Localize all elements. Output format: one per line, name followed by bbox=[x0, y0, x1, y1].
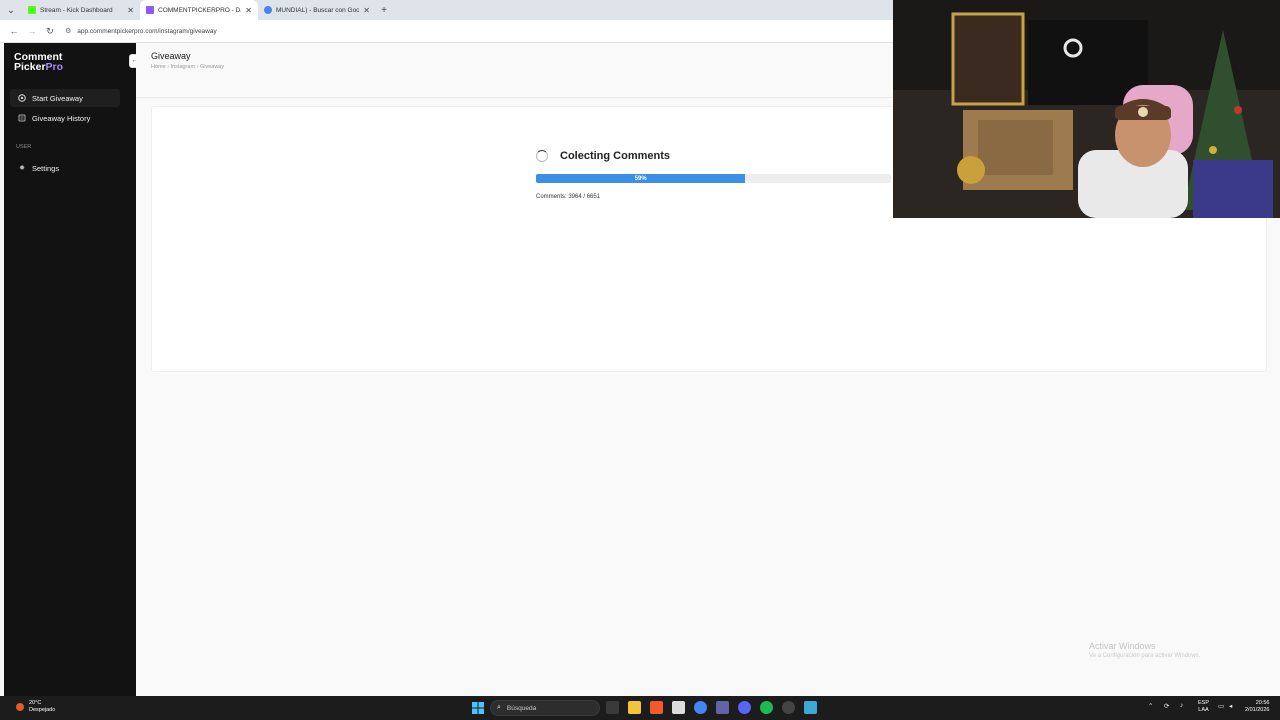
tray-chevron-icon[interactable]: ⌃ bbox=[1148, 702, 1153, 710]
close-tab-icon[interactable]: ✕ bbox=[363, 6, 370, 15]
tab-title: Stream - Kick Dashboard bbox=[40, 6, 113, 14]
url-field[interactable]: ⚙ app.commentpickerpro.com/instagram/giv… bbox=[65, 27, 217, 36]
sidebar-item-label: Settings bbox=[32, 163, 60, 173]
progress-fill: 59% bbox=[536, 174, 746, 183]
sync-icon[interactable]: ⟳ bbox=[1164, 702, 1169, 710]
search-icon: ⌕ bbox=[497, 704, 501, 711]
logo-line2: PickerPro bbox=[14, 61, 64, 73]
network-icon[interactable]: ▭ bbox=[1218, 702, 1224, 710]
logo-picker: Picker bbox=[14, 61, 46, 73]
microphone-icon[interactable]: ♪ bbox=[1180, 702, 1183, 709]
section-label-user: USER bbox=[16, 144, 32, 150]
brave-browser-icon[interactable] bbox=[650, 701, 663, 714]
taskbar-search[interactable]: ⌕ Búsqueda bbox=[490, 700, 600, 716]
weather-desc: Despejado bbox=[29, 707, 56, 713]
webcam-overlay bbox=[893, 0, 1280, 218]
breadcrumb-giveaway: Giveaway bbox=[199, 64, 225, 70]
clock-time: 20:56 bbox=[1255, 700, 1270, 706]
weather-icon bbox=[16, 703, 24, 711]
kick-favicon-icon bbox=[28, 6, 36, 14]
page-title: Giveaway bbox=[151, 51, 191, 61]
obs-icon[interactable] bbox=[782, 701, 795, 714]
weather-temp: 20°C bbox=[29, 700, 42, 706]
back-arrow-icon[interactable]: ← bbox=[5, 26, 23, 36]
progress-bar: 59% bbox=[536, 174, 891, 183]
tab-commentpickerpro[interactable]: COMMENTPICKERPRO - Dashb ✕ bbox=[140, 0, 258, 20]
tab-title: COMMENTPICKERPRO - Dashb bbox=[158, 6, 241, 14]
teams-icon[interactable] bbox=[716, 701, 729, 714]
commentpickerpro-favicon-icon bbox=[146, 6, 154, 14]
sidebar-item-label: Start Giveaway bbox=[32, 93, 83, 103]
clock-date: 2/01/2026 bbox=[1245, 707, 1270, 713]
sidebar-item-giveaway-history[interactable]: Giveaway History bbox=[10, 109, 120, 127]
status-title: Colecting Comments bbox=[560, 150, 671, 162]
target-icon bbox=[18, 94, 26, 102]
progress-label: 59% bbox=[634, 175, 647, 182]
close-tab-icon[interactable]: ✕ bbox=[245, 6, 252, 15]
file-explorer-icon[interactable] bbox=[628, 701, 641, 714]
tab-title: MUNDIAL) - Buscar con Google bbox=[276, 6, 360, 14]
breadcrumb-instagram[interactable]: Instagram bbox=[171, 64, 195, 70]
history-icon bbox=[18, 114, 26, 122]
chrome-icon[interactable] bbox=[694, 701, 707, 714]
system-clock[interactable]: 20:56 2/01/2026 bbox=[1245, 700, 1269, 714]
weather-widget[interactable]: 20°C Despejado bbox=[16, 700, 55, 714]
breadcrumb-home[interactable]: Home bbox=[151, 64, 166, 70]
sidebar-item-start-giveaway[interactable]: Start Giveaway bbox=[10, 89, 120, 107]
webcam-image bbox=[893, 0, 1280, 218]
task-view-icon[interactable] bbox=[606, 701, 619, 714]
taskbar: 20°C Despejado ⌕ Búsqueda ⌃ ⟳ ♪ ESP LAA … bbox=[0, 696, 1280, 720]
url-text: app.commentpickerpro.com/instagram/givea… bbox=[77, 27, 217, 35]
loading-spinner-icon bbox=[536, 150, 548, 162]
forward-arrow-icon[interactable]: → bbox=[23, 26, 41, 36]
new-tab-icon[interactable]: + bbox=[376, 5, 392, 16]
spotify-icon[interactable] bbox=[760, 701, 773, 714]
notepad-icon[interactable] bbox=[804, 701, 817, 714]
tab-list-dropdown-icon[interactable]: ⌄ bbox=[0, 0, 22, 20]
reload-icon[interactable]: ↻ bbox=[41, 26, 59, 37]
lang-line2: LAA bbox=[1198, 707, 1209, 713]
volume-icon[interactable]: ◂ bbox=[1229, 702, 1232, 710]
lang-line1: ESP bbox=[1198, 700, 1210, 706]
comments-count: Comments: 3964 / 6651 bbox=[536, 194, 601, 200]
calculator-icon[interactable] bbox=[672, 701, 685, 714]
weather-text: 20°C Despejado bbox=[29, 700, 55, 714]
tab-kick-dashboard[interactable]: Stream - Kick Dashboard ✕ bbox=[22, 0, 140, 20]
sidebar-item-settings[interactable]: ✹ Settings bbox=[10, 159, 120, 177]
google-favicon-icon bbox=[264, 6, 272, 14]
app-logo[interactable]: Comment PickerPro bbox=[14, 52, 64, 73]
sidebar: Comment PickerPro ← Start Giveaway Givea… bbox=[4, 43, 141, 696]
windows-activation-title: Activar Windows bbox=[1089, 641, 1156, 651]
windows-activation-subtitle: Ve a Configuración para activar Windows. bbox=[1089, 653, 1201, 659]
site-info-icon[interactable]: ⚙ bbox=[65, 27, 71, 35]
sidebar-item-label: Giveaway History bbox=[32, 113, 91, 123]
tab-google-search[interactable]: MUNDIAL) - Buscar con Google ✕ bbox=[258, 0, 376, 20]
taskbar-search-placeholder: Búsqueda bbox=[506, 704, 537, 712]
close-tab-icon[interactable]: ✕ bbox=[127, 6, 134, 15]
discord-icon[interactable] bbox=[738, 701, 751, 714]
language-indicator[interactable]: ESP LAA bbox=[1198, 700, 1209, 714]
windows-start-icon[interactable] bbox=[471, 701, 484, 714]
logo-pro: Pro bbox=[45, 61, 64, 73]
breadcrumb: Home › Instagram › Giveaway bbox=[151, 64, 224, 70]
gear-icon: ✹ bbox=[19, 165, 25, 172]
